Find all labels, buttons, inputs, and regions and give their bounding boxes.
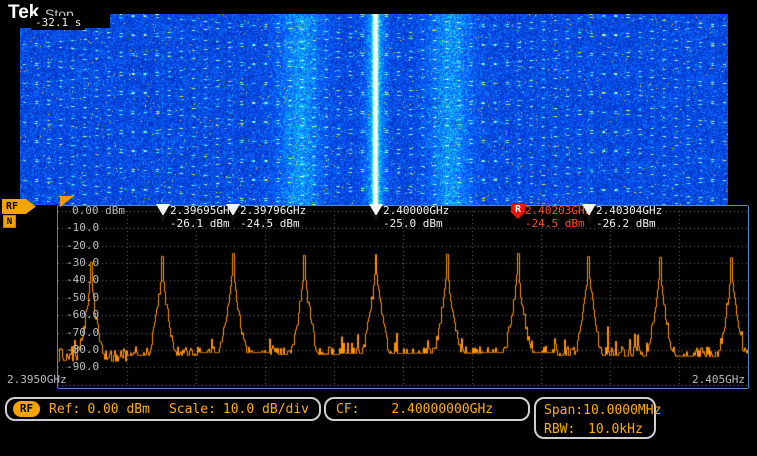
marker-amplitude-label: -25.0 dBm [383,217,443,230]
marker-amplitude-label: -26.1 dBm [170,217,230,230]
y-axis-label: -60.0 [66,309,99,321]
scale-label: Scale: [169,402,216,417]
spectrum-canvas [58,206,748,388]
cf-label: CF: [336,402,359,417]
marker-frequency-label: 2.40304GHz [596,204,662,217]
spectrum-plot-frame: 0.00 dBm -10.0 -20.0 -30.0 -40.0 -50.0 -60.0 -7… [57,205,749,389]
freq-start-label: 2.3950GHz [7,374,67,386]
rf-vertical-readout[interactable]: RF Ref: 0.00 dBm Scale: 10.0 dB/div [5,397,321,421]
readout-bar: RF Ref: 0.00 dBm Scale: 10.0 dB/div CF: … [0,397,757,442]
ref-value: 0.00 dBm [87,402,150,417]
span-rbw-readout[interactable]: Span: 10.0000MHz RBW: 10.0kHz [534,397,656,439]
marker-triangle-icon [369,204,383,216]
y-axis-label: -70.0 [66,327,99,339]
n-marker-badge: N [3,215,16,228]
spectrogram-time-cursor: -32.1 s [31,16,85,30]
marker-amplitude-label: -24.5 dBm [525,217,585,230]
oscilloscope-screen: Tek Stop -32.1 s RF N 0.00 dBm-10.0-20.0… [0,0,757,456]
marker-frequency-label: 2.39695GH [170,204,230,217]
spectrogram-canvas [20,14,728,205]
marker-triangle-icon [582,204,596,216]
marker-frequency-label: 2.39796GHz [240,204,306,217]
marker-amplitude-label: -26.2 dBm [596,217,656,230]
cf-value: 2.40000000GHz [391,402,493,417]
y-axis-label: -90.0 [66,361,99,373]
marker-triangle-icon [156,204,170,216]
span-value: 10.0000MHz [583,401,661,420]
y-axis-label: -10.0 [66,222,99,234]
rbw-value: 10.0kHz [588,420,643,439]
y-axis-label: -80.0 [66,344,99,356]
rf-pill-icon: RF [13,401,40,417]
freq-stop-label: 2.405GHz [692,374,745,386]
y-axis-label: 0.00 dBm [72,205,125,217]
marker-amplitude-label: -24.5 dBm [240,217,300,230]
rbw-label: RBW: [544,420,588,439]
y-axis-label: -20.0 [66,240,99,252]
y-axis-label: -40.0 [66,274,99,286]
trace-position-indicator [60,196,74,207]
span-label: Span: [544,401,583,420]
y-axis-label: -30.0 [66,257,99,269]
y-axis-label: -50.0 [66,292,99,304]
ref-label: Ref: [49,402,80,417]
scale-value: 10.0 dB/div [223,402,309,417]
center-frequency-readout[interactable]: CF: 2.40000000GHz [324,397,530,421]
marker-frequency-label: 2.40000GHz [383,204,449,217]
marker-triangle-icon [226,204,240,216]
